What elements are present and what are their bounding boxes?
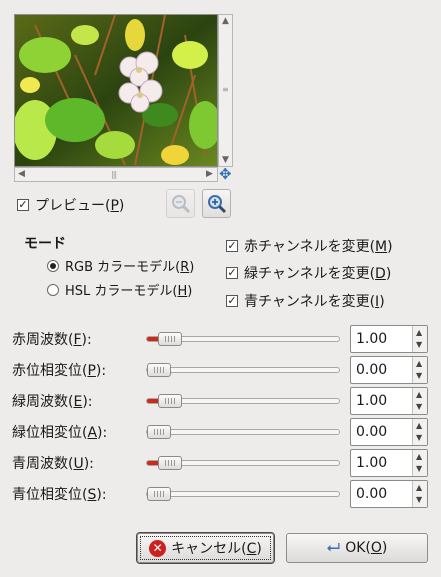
scroll-left-icon[interactable]: ◀ <box>18 170 25 179</box>
cancel-button[interactable]: ✕ キャンセル(C) <box>137 533 274 563</box>
spin-up-icon[interactable]: ▲ <box>416 453 422 461</box>
hsl-mode-label: HSL カラーモデル(H) <box>65 284 193 299</box>
preview-checkbox[interactable]: ✓ <box>17 199 29 211</box>
red-channel-checkbox[interactable]: ✓ <box>226 240 238 252</box>
preview-vertical-scrollbar[interactable]: ▲ ≡ ▼ <box>218 14 233 167</box>
spin-down-icon[interactable]: ▼ <box>416 372 422 380</box>
spin-value[interactable]: 1.00 <box>356 455 387 471</box>
spin-down-icon[interactable]: ▼ <box>416 496 422 504</box>
cancel-icon: ✕ <box>149 539 167 557</box>
scroll-grip-icon[interactable]: ||| <box>111 170 117 179</box>
red-phase-spinbox[interactable]: 0.00 ▲ ▼ <box>350 356 428 384</box>
slider-handle[interactable] <box>147 425 171 439</box>
blue-frequency-slider[interactable] <box>146 456 340 470</box>
blue-channel-label: 青チャンネルを変更(I) <box>244 294 385 310</box>
red-frequency-label: 赤周波数(F): <box>12 332 92 348</box>
spin-down-icon[interactable]: ▼ <box>416 434 422 442</box>
blue-phase-spinbox[interactable]: 0.00 ▲ ▼ <box>350 480 428 508</box>
spin-up-icon[interactable]: ▲ <box>416 422 422 430</box>
spin-up-icon[interactable]: ▲ <box>416 329 422 337</box>
cancel-label: キャンセル(C) <box>171 541 262 557</box>
spin-value[interactable]: 0.00 <box>356 486 387 502</box>
red-frequency-slider[interactable] <box>146 332 340 346</box>
rgb-mode-label: RGB カラーモデル(R) <box>65 260 195 275</box>
slider-handle[interactable] <box>157 456 182 470</box>
spin-up-icon[interactable]: ▲ <box>416 484 422 492</box>
spin-value[interactable]: 1.00 <box>356 393 387 409</box>
slider-handle[interactable] <box>147 487 171 501</box>
slider-handle[interactable] <box>147 363 171 377</box>
red-channel-toggle[interactable]: ✓ 赤チャンネルを変更(M) <box>226 236 393 256</box>
blue-frequency-label: 青周波数(U): <box>12 456 94 472</box>
slider-handle[interactable] <box>157 332 182 346</box>
zoom-in-icon <box>207 194 226 213</box>
rgb-mode-radio[interactable] <box>47 259 59 272</box>
blue-channel-checkbox[interactable]: ✓ <box>226 295 238 307</box>
green-phase-spinbox[interactable]: 0.00 ▲ ▼ <box>350 418 428 446</box>
zoom-in-button[interactable] <box>202 189 231 218</box>
spin-up-icon[interactable]: ▲ <box>416 391 422 399</box>
mode-title: モード <box>24 236 66 252</box>
rgb-mode-option[interactable]: RGB カラーモデル(R) <box>47 256 194 275</box>
slider-handle[interactable] <box>157 394 182 408</box>
scroll-down-icon[interactable]: ▼ <box>222 156 229 165</box>
preview-picture <box>15 15 217 166</box>
ok-arrow-icon: ⮠ <box>326 537 341 558</box>
hsl-mode-option[interactable]: HSL カラーモデル(H) <box>47 280 192 299</box>
green-frequency-slider[interactable] <box>146 394 340 408</box>
blue-frequency-spinbox[interactable]: 1.00 ▲ ▼ <box>350 449 428 477</box>
green-phase-slider[interactable] <box>146 425 340 439</box>
green-frequency-label: 緑周波数(E): <box>12 394 93 410</box>
blue-channel-toggle[interactable]: ✓ 青チャンネルを変更(I) <box>226 291 385 311</box>
spin-up-icon[interactable]: ▲ <box>416 360 422 368</box>
preview-toggle[interactable]: ✓ プレビュー(P) <box>17 195 124 215</box>
spin-down-icon[interactable]: ▼ <box>416 341 422 349</box>
blue-phase-label: 青位相変位(S): <box>12 487 107 503</box>
scroll-grip-icon[interactable]: ≡ <box>222 85 229 94</box>
spin-down-icon[interactable]: ▼ <box>416 403 422 411</box>
preview-image[interactable] <box>14 14 218 167</box>
scroll-up-icon[interactable]: ▲ <box>222 17 229 26</box>
zoom-out-icon <box>171 194 190 213</box>
red-phase-slider[interactable] <box>146 363 340 377</box>
red-phase-label: 赤位相変位(P): <box>12 363 107 379</box>
green-channel-toggle[interactable]: ✓ 緑チャンネルを変更(D) <box>226 263 391 283</box>
blue-phase-slider[interactable] <box>146 487 340 501</box>
ok-label: OK(O) <box>345 540 388 556</box>
spin-value[interactable]: 0.00 <box>356 424 387 440</box>
green-frequency-spinbox[interactable]: 1.00 ▲ ▼ <box>350 387 428 415</box>
green-phase-label: 緑位相変位(A): <box>12 425 108 441</box>
spin-value[interactable]: 0.00 <box>356 362 387 378</box>
preview-label: プレビュー(P) <box>35 198 125 214</box>
zoom-out-button[interactable] <box>166 189 195 218</box>
navigate-icon[interactable]: ✥ <box>219 167 232 182</box>
hsl-mode-radio[interactable] <box>47 283 59 296</box>
green-channel-label: 緑チャンネルを変更(D) <box>244 266 392 282</box>
spin-down-icon[interactable]: ▼ <box>416 465 422 473</box>
ok-button[interactable]: ⮠ OK(O) <box>286 533 428 563</box>
preview-horizontal-scrollbar[interactable]: ◀ ||| ▶ <box>14 167 218 182</box>
red-channel-label: 赤チャンネルを変更(M) <box>244 239 393 255</box>
green-channel-checkbox[interactable]: ✓ <box>226 267 238 279</box>
spin-value[interactable]: 1.00 <box>356 331 387 347</box>
red-frequency-spinbox[interactable]: 1.00 ▲ ▼ <box>350 325 428 353</box>
scroll-right-icon[interactable]: ▶ <box>206 170 213 179</box>
